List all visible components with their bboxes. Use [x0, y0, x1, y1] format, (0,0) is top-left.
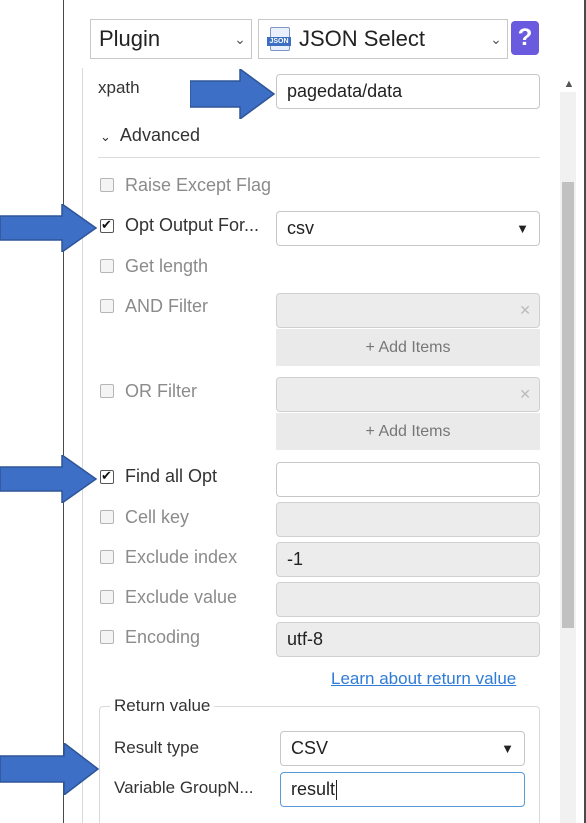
or-filter-input[interactable]: ✕ [276, 377, 540, 412]
dropdown-arrow-icon: ▼ [501, 741, 514, 756]
text-cursor [336, 779, 338, 800]
clear-icon[interactable]: ✕ [519, 302, 531, 319]
find-all-opt-input[interactable] [276, 462, 540, 497]
exclude-index-value: -1 [287, 549, 304, 569]
get-length-label: Get length [125, 256, 209, 276]
advanced-toggle[interactable]: ⌄ Advanced [100, 125, 200, 146]
xpath-label: xpath [98, 78, 140, 97]
annotation-arrow-right-icon [190, 69, 276, 119]
get-length-checkbox[interactable] [100, 259, 114, 273]
result-type-label: Result type [114, 738, 200, 757]
annotation-arrow-right-icon [0, 455, 98, 503]
scroll-up-icon[interactable]: ▲ [562, 78, 576, 92]
raise-except-flag-label: Raise Except Flag [125, 175, 272, 195]
or-filter-add-items-button[interactable]: + Add Items [276, 413, 540, 450]
exclude-index-label: Exclude index [125, 547, 238, 567]
exclude-value-checkbox[interactable] [100, 590, 114, 604]
variable-group-value: result [291, 779, 336, 799]
find-all-opt-label: Find all Opt [125, 466, 218, 486]
help-button[interactable]: ? [511, 21, 539, 55]
and-filter-checkbox[interactable] [100, 299, 114, 313]
clear-icon[interactable]: ✕ [519, 386, 531, 403]
window-left-border [63, 0, 64, 823]
and-filter-input[interactable]: ✕ [276, 293, 540, 328]
and-filter-label: AND Filter [125, 296, 209, 316]
collapse-chevron-icon: ⌄ [100, 129, 111, 144]
result-type-value: CSV [291, 738, 329, 758]
exclude-value-label: Exclude value [125, 587, 238, 607]
opt-output-format-label: Opt Output For... [125, 215, 260, 235]
return-value-legend: Return value [110, 696, 215, 716]
and-filter-add-items-button[interactable]: + Add Items [276, 329, 540, 366]
scrollbar-thumb[interactable] [562, 182, 574, 628]
advanced-divider [98, 157, 540, 158]
cell-key-checkbox[interactable] [100, 510, 114, 524]
cell-key-input[interactable] [276, 502, 540, 537]
cell-key-label: Cell key [125, 507, 190, 527]
encoding-checkbox[interactable] [100, 630, 114, 644]
exclude-value-input[interactable] [276, 582, 540, 617]
annotation-arrow-right-icon [0, 743, 100, 795]
annotation-arrow-right-icon [0, 204, 98, 252]
advanced-label: Advanced [119, 125, 200, 145]
plugin-select-label: Plugin [99, 26, 161, 51]
or-filter-checkbox[interactable] [100, 384, 114, 398]
exclude-index-checkbox[interactable] [100, 550, 114, 564]
or-filter-label: OR Filter [125, 381, 197, 401]
opt-output-format-select[interactable]: csv ▼ [276, 211, 540, 246]
encoding-label: Encoding [125, 627, 201, 647]
json-icon-text: JSON [267, 37, 291, 46]
find-all-opt-checkbox[interactable] [100, 468, 114, 484]
result-type-select[interactable]: CSV ▼ [280, 731, 525, 766]
panel-border [82, 68, 83, 823]
variable-group-input[interactable]: result [280, 772, 525, 807]
variable-group-label: Variable GroupN... [114, 778, 254, 797]
xpath-value: pagedata/data [287, 81, 403, 101]
learn-about-return-value-link[interactable]: Learn about return value [331, 669, 516, 689]
opt-output-format-checkbox[interactable] [100, 217, 114, 233]
raise-except-flag-checkbox[interactable] [100, 178, 114, 192]
dropdown-arrow-icon: ▼ [516, 221, 529, 236]
opt-output-format-value: csv [287, 218, 314, 238]
chevron-down-icon: ⌄ [490, 30, 502, 47]
plugin-select[interactable]: Plugin ⌄ [90, 19, 252, 59]
encoding-value: utf-8 [287, 629, 324, 649]
module-select[interactable]: JSON JSON Select ⌄ [258, 19, 508, 59]
chevron-down-icon: ⌄ [234, 30, 246, 47]
xpath-input[interactable]: pagedata/data [276, 74, 540, 109]
exclude-index-input[interactable]: -1 [276, 542, 540, 577]
module-select-label: JSON Select [299, 26, 425, 51]
encoding-input[interactable]: utf-8 [276, 622, 540, 657]
json-file-icon: JSON [267, 27, 293, 51]
